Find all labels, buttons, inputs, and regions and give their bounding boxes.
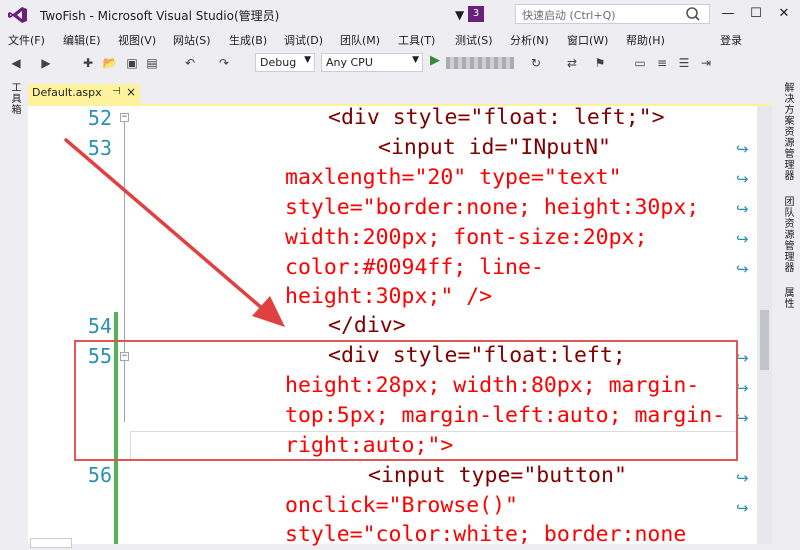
- open-file-icon[interactable]: 📂: [102, 55, 118, 71]
- solution-explorer-tab[interactable]: 解决方案资源管理器: [779, 82, 795, 181]
- back-icon[interactable]: ◀: [8, 55, 24, 71]
- quick-launch-input[interactable]: 快速启动 (Ctrl+Q): [515, 4, 710, 24]
- platform-dropdown[interactable]: Any CPU ▼: [321, 53, 423, 72]
- close-icon[interactable]: ×: [126, 85, 136, 99]
- document-icon[interactable]: ▭: [632, 55, 648, 71]
- menu-website[interactable]: 网站(S): [173, 32, 211, 48]
- menu-file[interactable]: 文件(F): [8, 32, 45, 48]
- code-line-53-wrap[interactable]: style="border:none; height:30px;: [285, 193, 699, 223]
- code-line-56-wrap[interactable]: onclick="Browse()": [285, 491, 518, 521]
- redo-icon[interactable]: ↷: [216, 55, 232, 71]
- code-line-56-wrap[interactable]: style="color:white; border:none: [285, 520, 686, 550]
- standard-toolbar: ◀ ▶ ✚ 📂 ▣ ▤ ↶ ↷ Debug ▼ Any CPU ▼ ▶ ↻ ⇄ ⚑ …: [0, 50, 800, 76]
- collapse-icon[interactable]: −: [120, 113, 129, 122]
- line-number: 56: [87, 463, 112, 487]
- chevron-down-icon: ▼: [412, 55, 419, 65]
- word-wrap-icon: ↪: [736, 260, 749, 278]
- menu-tools[interactable]: 工具(T): [398, 32, 435, 48]
- toolbox-tab[interactable]: 工具箱: [6, 82, 22, 115]
- menu-build[interactable]: 生成(B): [229, 32, 267, 48]
- menu-debug[interactable]: 调试(D): [284, 32, 323, 48]
- undo-icon[interactable]: ↶: [182, 55, 198, 71]
- indent-icon[interactable]: ⇥: [698, 55, 714, 71]
- code-line-54[interactable]: </div>: [328, 311, 406, 341]
- menu-edit[interactable]: 编辑(E): [63, 32, 101, 48]
- close-button[interactable]: ✕: [772, 4, 796, 24]
- word-wrap-icon: ↪: [736, 230, 749, 248]
- configuration-dropdown[interactable]: Debug ▼: [255, 53, 315, 72]
- chevron-down-icon: ▼: [304, 55, 311, 65]
- save-icon[interactable]: ▣: [124, 55, 140, 71]
- code-line-53-wrap[interactable]: width:200px; font-size:20px;: [285, 223, 647, 253]
- menu-analyze[interactable]: 分析(N): [510, 32, 549, 48]
- feedback-filter-icon[interactable]: ▼: [455, 8, 464, 22]
- properties-tab[interactable]: 属性: [779, 287, 795, 309]
- title-bar: TwoFish - Microsoft Visual Studio(管理员) ▼…: [0, 0, 800, 30]
- line-number: 54: [87, 314, 112, 338]
- code-line-53-wrap[interactable]: height:30px;" />: [285, 282, 492, 312]
- browser-target-blurred[interactable]: [446, 57, 514, 69]
- code-line-52[interactable]: <div style="float: left;">: [328, 103, 665, 133]
- word-wrap-icon: ↪: [736, 469, 749, 487]
- status-zoom[interactable]: [30, 538, 72, 548]
- bookmark-icon[interactable]: ⚑: [592, 55, 608, 71]
- code-line-53[interactable]: <input id="INputN": [378, 133, 611, 163]
- refresh-icon[interactable]: ↻: [528, 55, 544, 71]
- scrollbar-thumb[interactable]: [760, 310, 769, 370]
- maximize-button[interactable]: ☐: [744, 4, 768, 24]
- login-link[interactable]: 登录: [720, 32, 742, 48]
- menu-test[interactable]: 测试(S): [455, 32, 493, 48]
- menu-window[interactable]: 窗口(W): [567, 32, 608, 48]
- word-wrap-icon: ↪: [736, 409, 749, 427]
- notification-badge[interactable]: 3: [468, 6, 484, 22]
- word-wrap-icon: ↪: [736, 170, 749, 188]
- word-wrap-icon: ↪: [736, 200, 749, 218]
- forward-icon[interactable]: ▶: [38, 55, 54, 71]
- toolbox-strip: [0, 76, 28, 544]
- document-tab-row: Default.aspx ⊣ ×: [28, 84, 772, 104]
- annotation-highlight-box: [74, 340, 738, 461]
- menu-bar: 文件(F) 编辑(E) 视图(V) 网站(S) 生成(B) 调试(D) 团队(M…: [0, 30, 800, 50]
- menu-view[interactable]: 视图(V): [118, 32, 156, 48]
- code-line-56[interactable]: <input type="button": [368, 461, 627, 491]
- line-number: 53: [87, 136, 112, 160]
- save-all-icon[interactable]: ▤: [144, 55, 160, 71]
- menu-help[interactable]: 帮助(H): [626, 32, 665, 48]
- team-explorer-tab[interactable]: 团队资源管理器: [779, 196, 795, 273]
- line-number: 52: [87, 106, 112, 130]
- align-icon[interactable]: ≡: [654, 55, 670, 71]
- code-line-53-wrap[interactable]: maxlength="20" type="text": [285, 163, 622, 193]
- visual-studio-logo-icon: [8, 7, 27, 23]
- word-wrap-icon: ↪: [736, 499, 749, 517]
- browser-link-icon[interactable]: ⇄: [564, 55, 580, 71]
- word-wrap-icon: ↪: [736, 140, 749, 158]
- comment-icon[interactable]: ☰: [676, 55, 692, 71]
- minimize-button[interactable]: —: [716, 4, 740, 24]
- code-line-53-wrap[interactable]: color:#0094ff; line-: [285, 253, 544, 283]
- tab-default-aspx[interactable]: Default.aspx ⊣ ×: [28, 84, 140, 104]
- word-wrap-icon: ↪: [736, 379, 749, 397]
- window-title: TwoFish - Microsoft Visual Studio(管理员): [40, 9, 280, 23]
- word-wrap-icon: ↪: [736, 349, 749, 367]
- start-debugging-icon[interactable]: ▶: [430, 53, 440, 68]
- new-project-icon[interactable]: ✚: [80, 55, 96, 71]
- menu-team[interactable]: 团队(M): [340, 32, 380, 48]
- pin-icon[interactable]: ⊣: [112, 86, 121, 97]
- search-icon[interactable]: [683, 5, 703, 23]
